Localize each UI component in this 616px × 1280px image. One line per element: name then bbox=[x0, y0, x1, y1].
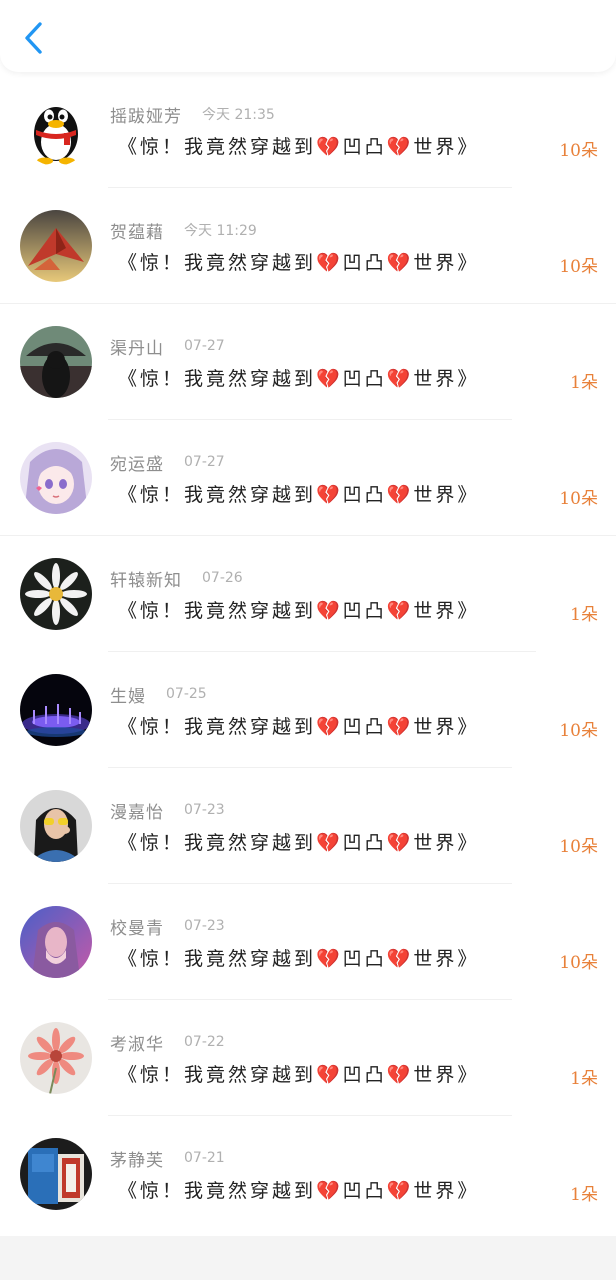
sender-name: 考淑华 bbox=[110, 1034, 164, 1055]
sender-meta: 宛运盛 07-27 bbox=[110, 450, 225, 475]
purple-girl-icon bbox=[20, 906, 92, 978]
book-title: 《惊！我竟然穿越到💔凹凸💔世界》 bbox=[118, 484, 480, 506]
flower-count: 10朵 bbox=[559, 141, 598, 161]
list-item[interactable]: 渠丹山 07-27 《惊！我竟然穿越到💔凹凸💔世界》 1朵 bbox=[0, 304, 616, 420]
gift-list: 摇跋娅芳 今天 21:35 《惊！我竟然穿越到💔凹凸💔世界》 10朵 贺蕴藉 今… bbox=[0, 72, 616, 1232]
sender-name: 漫嘉怡 bbox=[110, 802, 164, 823]
list-item[interactable]: 宛运盛 07-27 《惊！我竟然穿越到💔凹凸💔世界》 10朵 bbox=[0, 420, 616, 536]
book-title: 《惊！我竟然穿越到💔凹凸💔世界》 bbox=[118, 136, 480, 158]
avatar[interactable] bbox=[20, 210, 92, 282]
flower-count: 10朵 bbox=[559, 837, 598, 857]
sender-meta: 漫嘉怡 07-23 bbox=[110, 798, 225, 823]
book-title: 《惊！我竟然穿越到💔凹凸💔世界》 bbox=[118, 600, 480, 622]
list-item[interactable]: 校曼青 07-23 《惊！我竟然穿越到💔凹凸💔世界》 10朵 bbox=[0, 884, 616, 1000]
sender-meta: 轩辕新知 07-26 bbox=[110, 566, 243, 591]
gift-time: 07-27 bbox=[184, 338, 225, 354]
gift-time: 07-23 bbox=[184, 802, 225, 818]
avatar[interactable] bbox=[20, 674, 92, 746]
sender-meta: 校曼青 07-23 bbox=[110, 914, 225, 939]
chevron-left-icon bbox=[25, 22, 42, 54]
sender-name: 渠丹山 bbox=[110, 338, 164, 359]
book-title: 《惊！我竟然穿越到💔凹凸💔世界》 bbox=[118, 832, 480, 854]
gift-time: 07-22 bbox=[184, 1034, 225, 1050]
sender-name: 生嫚 bbox=[110, 686, 146, 707]
gift-time: 今天 11:29 bbox=[184, 223, 257, 239]
back-button[interactable] bbox=[16, 18, 52, 58]
qq-penguin-icon bbox=[20, 94, 92, 166]
sender-name: 贺蕴藉 bbox=[110, 222, 164, 243]
anime-girl-icon bbox=[20, 442, 92, 514]
book-title: 《惊！我竟然穿越到💔凹凸💔世界》 bbox=[118, 368, 480, 390]
book-title: 《惊！我竟然穿越到💔凹凸💔世界》 bbox=[118, 716, 480, 738]
night-lights-icon bbox=[20, 674, 92, 746]
daisy-icon bbox=[20, 558, 92, 630]
blue-window-icon bbox=[20, 1138, 92, 1210]
flower-count: 1朵 bbox=[570, 373, 598, 393]
pink-gerbera-icon bbox=[20, 1022, 92, 1094]
list-item[interactable]: 茅静芙 07-21 《惊！我竟然穿越到💔凹凸💔世界》 1朵 bbox=[0, 1116, 616, 1232]
avatar[interactable] bbox=[20, 790, 92, 862]
list-item[interactable]: 摇跋娅芳 今天 21:35 《惊！我竟然穿越到💔凹凸💔世界》 10朵 bbox=[0, 72, 616, 188]
girl-yellow-glasses-icon bbox=[20, 790, 92, 862]
avatar[interactable] bbox=[20, 1138, 92, 1210]
avatar[interactable] bbox=[20, 1022, 92, 1094]
flower-count: 1朵 bbox=[570, 605, 598, 625]
gift-time: 07-27 bbox=[184, 454, 225, 470]
avatar[interactable] bbox=[20, 558, 92, 630]
sender-meta: 摇跋娅芳 今天 21:35 bbox=[110, 102, 275, 127]
sender-meta: 渠丹山 07-27 bbox=[110, 334, 225, 359]
list-item[interactable]: 贺蕴藉 今天 11:29 《惊！我竟然穿越到💔凹凸💔世界》 10朵 bbox=[0, 188, 616, 304]
book-title: 《惊！我竟然穿越到💔凹凸💔世界》 bbox=[118, 948, 480, 970]
book-title: 《惊！我竟然穿越到💔凹凸💔世界》 bbox=[118, 252, 480, 274]
flower-count: 1朵 bbox=[570, 1185, 598, 1205]
list-item[interactable]: 生嫚 07-25 《惊！我竟然穿越到💔凹凸💔世界》 10朵 bbox=[0, 652, 616, 768]
paper-crane-icon bbox=[20, 210, 92, 282]
list-item[interactable]: 考淑华 07-22 《惊！我竟然穿越到💔凹凸💔世界》 1朵 bbox=[0, 1000, 616, 1116]
sender-name: 摇跋娅芳 bbox=[110, 106, 182, 127]
gift-time: 07-23 bbox=[184, 918, 225, 934]
bottom-area bbox=[0, 1236, 616, 1280]
sender-name: 茅静芙 bbox=[110, 1150, 164, 1171]
book-title: 《惊！我竟然穿越到💔凹凸💔世界》 bbox=[118, 1180, 480, 1202]
avatar[interactable] bbox=[20, 326, 92, 398]
sender-name: 校曼青 bbox=[110, 918, 164, 939]
flower-count: 1朵 bbox=[570, 1069, 598, 1089]
sender-meta: 生嫚 07-25 bbox=[110, 682, 207, 707]
book-title: 《惊！我竟然穿越到💔凹凸💔世界》 bbox=[118, 1064, 480, 1086]
avatar[interactable] bbox=[20, 94, 92, 166]
avatar[interactable] bbox=[20, 906, 92, 978]
sender-meta: 茅静芙 07-21 bbox=[110, 1146, 225, 1171]
gift-time: 07-25 bbox=[166, 686, 207, 702]
flower-count: 10朵 bbox=[559, 953, 598, 973]
list-item[interactable]: 轩辕新知 07-26 《惊！我竟然穿越到💔凹凸💔世界》 1朵 bbox=[0, 536, 616, 652]
top-bar bbox=[0, 0, 616, 72]
umbrella-silhouette-icon bbox=[20, 326, 92, 398]
sender-name: 轩辕新知 bbox=[110, 570, 182, 591]
sender-meta: 考淑华 07-22 bbox=[110, 1030, 225, 1055]
gift-time: 07-21 bbox=[184, 1150, 225, 1166]
flower-count: 10朵 bbox=[559, 489, 598, 509]
gift-time: 今天 21:35 bbox=[202, 107, 275, 123]
sender-name: 宛运盛 bbox=[110, 454, 164, 475]
avatar[interactable] bbox=[20, 442, 92, 514]
flower-count: 10朵 bbox=[559, 721, 598, 741]
flower-count: 10朵 bbox=[559, 257, 598, 277]
gift-list-screen: 摇跋娅芳 今天 21:35 《惊！我竟然穿越到💔凹凸💔世界》 10朵 贺蕴藉 今… bbox=[0, 0, 616, 1280]
sender-meta: 贺蕴藉 今天 11:29 bbox=[110, 218, 257, 243]
gift-time: 07-26 bbox=[202, 570, 243, 586]
list-item[interactable]: 漫嘉怡 07-23 《惊！我竟然穿越到💔凹凸💔世界》 10朵 bbox=[0, 768, 616, 884]
